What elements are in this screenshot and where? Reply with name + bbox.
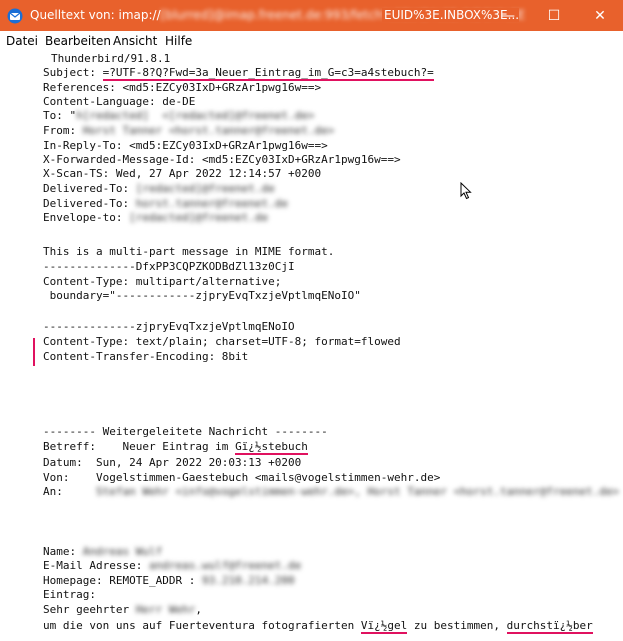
source-line: Name: Andreas Wulf <box>43 545 163 558</box>
redacted-text: horst.tanner@freenet.de <box>135 197 289 210</box>
source-line: From: Horst Tanner <horst.tanner@freenet… <box>43 124 335 137</box>
redacted-text: andreas.wulf@freenet.de <box>148 559 302 572</box>
source-line: X-Forwarded-Message-Id: <md5:EZCy03IxD+G… <box>43 153 401 166</box>
source-line: E-Mail Adresse: andreas.wulf@freenet.de <box>43 559 302 572</box>
thunderbird-icon <box>7 8 23 24</box>
source-line: In-Reply-To: <md5:EZCy03IxD+GRzAr1pwg16w… <box>43 139 328 152</box>
source-line: Eintrag: <box>43 588 96 601</box>
redacted-text: h[redacted] <[redacted]@freenet.de> <box>76 109 315 122</box>
title-prefix: Quelltext von: imap:// <box>30 8 161 22</box>
garbled-text: Gï¿½stebuch <box>235 440 308 455</box>
source-line: Subject: =?UTF-8?Q?Fwd=3a_Neuer_Eintrag_… <box>43 66 434 81</box>
source-line: X-Scan-TS: Wed, 27 Apr 2022 12:14:57 +02… <box>43 167 322 180</box>
window-title: Quelltext von: imap://[blurred]@imap.fre… <box>30 8 525 22</box>
menu-bearbeiten[interactable]: Bearbeiten <box>45 34 111 48</box>
source-line: Content-Type: multipart/alternative; <box>43 275 282 288</box>
source-line: Von: Vogelstimmen-Gaestebuch <mails@voge… <box>43 471 441 484</box>
source-line: Datum: Sun, 24 Apr 2022 20:03:13 +0200 <box>43 456 302 469</box>
minimize-button[interactable]: — <box>485 0 531 31</box>
source-line: Delivered-To: horst.tanner@freenet.de <box>43 197 289 210</box>
title-bar: Quelltext von: imap://[blurred]@imap.fre… <box>0 0 623 31</box>
source-line: An: Stefan Wehr <info@vogelstimmen-wehr.… <box>43 485 620 498</box>
redacted-text: [redacted]@freenet.de <box>135 182 275 195</box>
maximize-button[interactable]: ☐ <box>531 0 577 31</box>
source-line: Thunderbird/91.8.1 <box>51 52 171 65</box>
close-button[interactable]: ✕ <box>577 0 623 31</box>
source-line: Content-Language: de-DE <box>43 95 196 108</box>
source-line: --------------zjpryEvqTxzjeVptlmqENoIO <box>43 320 295 333</box>
source-line: To: "h[redacted] <[redacted]@freenet.de> <box>43 109 315 122</box>
source-line: -------- Weitergeleitete Nachricht -----… <box>43 425 328 438</box>
redacted-text: 93.210.214.200 <box>201 574 295 587</box>
source-line: Envelope-to: [redacted]@freenet.de <box>43 211 269 224</box>
source-line: Delivered-To: [redacted]@freenet.de <box>43 182 275 195</box>
source-line: Sehr geehrter Herr Wehr, <box>43 603 202 616</box>
menu-bar: Datei Bearbeiten Ansicht Hilfe <box>0 31 623 51</box>
source-line: Content-Type: text/plain; charset=UTF-8;… <box>43 335 401 348</box>
source-line: --------------DfxPP3CQPZKODBdZl13z0CjI <box>43 260 295 273</box>
source-line: Betreff: Neuer Eintrag im Gï¿½stebuch <box>43 440 308 455</box>
source-line: This is a multi-part message in MIME for… <box>43 245 335 258</box>
redacted-text: Stefan Wehr <info@vogelstimmen-wehr.de>,… <box>95 485 620 498</box>
minimize-icon: — <box>501 7 515 24</box>
subject-encoded: =?UTF-8?Q?Fwd=3a_Neuer_Eintrag_im_G=c3=a… <box>102 66 434 81</box>
redacted-text: Andreas Wulf <box>82 545 163 558</box>
source-line: Content-Transfer-Encoding: 8bit <box>43 350 249 363</box>
source-view[interactable]: Thunderbird/91.8.1 Subject: =?UTF-8?Q?Fw… <box>0 51 623 641</box>
source-line: boundary="------------zjpryEvqTxzjeVptlm… <box>43 289 361 302</box>
redacted-text: [redacted]@freenet.de <box>129 211 269 224</box>
redacted-text: Horst Tanner <horst.tanner@freenet.de> <box>82 124 335 137</box>
menu-datei[interactable]: Datei <box>6 34 38 48</box>
menu-ansicht[interactable]: Ansicht <box>113 34 157 48</box>
menu-hilfe[interactable]: Hilfe <box>165 34 192 48</box>
mouse-pointer-icon <box>460 182 472 200</box>
close-icon: ✕ <box>594 7 606 24</box>
garbled-text: Vï¿½gel <box>360 619 408 634</box>
source-line: um die von uns auf Fuerteventura fotogra… <box>43 619 593 634</box>
redacted-text: Herr Wehr <box>135 603 196 616</box>
source-line: References: <md5:EZCy03IxD+GRzAr1pwg16w=… <box>43 81 322 94</box>
maximize-icon: ☐ <box>547 7 561 24</box>
highlight-marker <box>33 338 35 366</box>
source-line: Homepage: REMOTE_ADDR : 93.210.214.200 <box>43 574 295 587</box>
garbled-text: durchstï¿½ber <box>506 619 593 634</box>
